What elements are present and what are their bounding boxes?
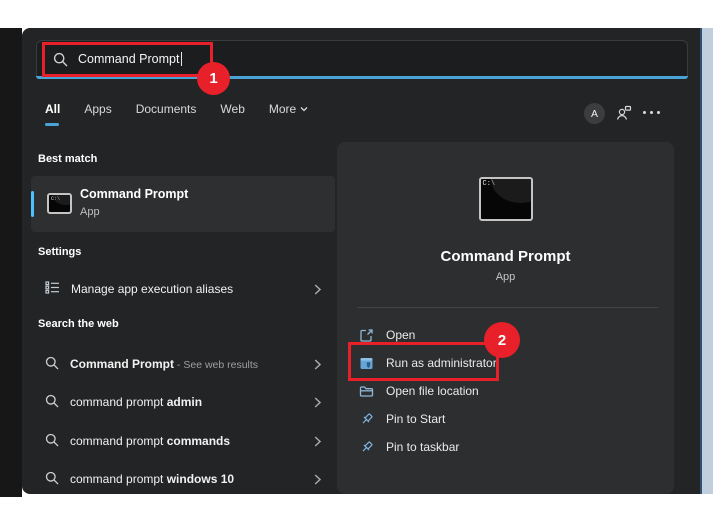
web-result-commands[interactable]: command prompt commands — [31, 424, 335, 458]
folder-icon — [359, 385, 374, 397]
search-filter-tabs: All Apps Documents Web More — [45, 102, 308, 129]
action-label: Pin to taskbar — [386, 440, 460, 454]
annotation-box-run-admin — [348, 342, 499, 381]
chevron-right-icon — [314, 358, 321, 370]
avatar-letter: A — [590, 107, 598, 120]
action-pin-to-taskbar[interactable]: Pin to taskbar — [359, 433, 659, 461]
chevron-right-icon — [314, 435, 321, 447]
web-result-admin[interactable]: command prompt admin — [31, 385, 335, 419]
action-label: Pin to Start — [386, 412, 446, 426]
search-icon — [45, 394, 59, 411]
search-icon — [45, 471, 59, 488]
annotation-step-1: 1 — [197, 62, 230, 95]
search-icon — [45, 433, 59, 450]
windows-search-screenshot: Command Prompt All Apps Documents Web Mo… — [0, 0, 728, 510]
tab-apps[interactable]: Apps — [84, 102, 111, 129]
people-window-icon[interactable] — [615, 104, 633, 127]
best-match-result[interactable]: C:\ Command Prompt App — [31, 176, 335, 232]
pin-icon — [362, 441, 373, 451]
action-pin-to-start[interactable]: Pin to Start — [359, 405, 659, 433]
web-result-see-web-results[interactable]: Command Prompt - See web results — [31, 347, 335, 381]
list-settings-icon — [45, 280, 60, 298]
desktop-edge-strip — [700, 28, 713, 494]
chevron-right-icon — [314, 283, 321, 295]
annotation-box-search — [42, 42, 213, 77]
chevron-down-icon — [300, 107, 308, 112]
more-options-icon[interactable] — [643, 111, 660, 114]
cmd-window-icon: C:\ — [478, 177, 533, 221]
web-result-label: command prompt windows 10 — [70, 472, 235, 486]
annotation-step-2: 2 — [484, 322, 520, 358]
user-avatar[interactable]: A — [584, 103, 605, 124]
tab-more[interactable]: More — [269, 102, 308, 129]
action-label: Open file location — [386, 384, 479, 398]
tab-web[interactable]: Web — [220, 102, 244, 129]
background-window-left-strip — [0, 28, 22, 497]
action-open-file-location[interactable]: Open file location — [359, 377, 659, 405]
section-heading-settings: Settings — [38, 246, 82, 258]
preview-app-title: Command Prompt — [440, 248, 571, 265]
tab-all[interactable]: All — [45, 102, 60, 129]
search-icon — [45, 356, 59, 373]
preview-divider — [357, 307, 658, 308]
cmd-window-icon: C:\ — [47, 193, 72, 214]
section-heading-best-match: Best match — [38, 153, 98, 165]
settings-result-manage-aliases[interactable]: Manage app execution aliases — [31, 270, 335, 308]
chevron-right-icon — [314, 473, 321, 485]
preview-app-subtitle: App — [495, 271, 516, 283]
web-result-label: command prompt admin — [70, 395, 203, 409]
action-label: Open — [386, 328, 416, 342]
open-external-icon — [360, 328, 373, 342]
best-match-subtitle: App — [80, 206, 100, 218]
settings-result-label: Manage app execution aliases — [71, 282, 234, 296]
section-heading-search-web: Search the web — [38, 318, 119, 330]
pin-icon — [362, 413, 373, 423]
selection-accent-bar — [31, 191, 34, 217]
web-result-label: Command Prompt - See web results — [70, 357, 259, 371]
tab-documents[interactable]: Documents — [136, 102, 197, 129]
web-result-windows-10[interactable]: command prompt windows 10 — [31, 462, 335, 496]
chevron-right-icon — [314, 396, 321, 408]
best-match-title: Command Prompt — [80, 187, 189, 201]
web-result-label: command prompt commands — [70, 434, 231, 448]
